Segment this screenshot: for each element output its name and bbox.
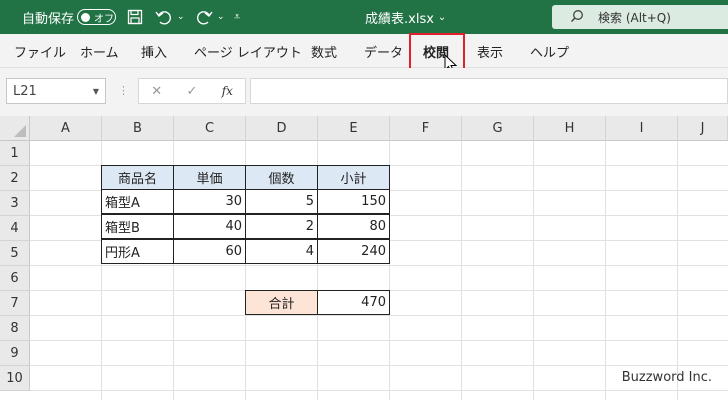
more-options-icon[interactable]: ⋮ bbox=[118, 84, 129, 97]
table-cell[interactable]: 30 bbox=[173, 189, 246, 214]
table-cell[interactable]: 円形A bbox=[101, 239, 174, 264]
watermark: Buzzword Inc. bbox=[621, 370, 712, 385]
redo-dropdown-icon[interactable]: ⌄ bbox=[217, 0, 225, 34]
enter-icon[interactable]: ✓ bbox=[174, 84, 209, 99]
gridline bbox=[30, 265, 728, 266]
row-header[interactable]: 8 bbox=[0, 316, 30, 341]
gridline bbox=[677, 141, 678, 400]
file-name: 成績表.xlsx bbox=[365, 11, 434, 27]
undo-dropdown-icon[interactable]: ⌄ bbox=[177, 0, 185, 34]
gridline bbox=[30, 365, 728, 366]
gridline bbox=[30, 315, 728, 316]
column-header[interactable]: H bbox=[534, 116, 606, 141]
insert-function-icon[interactable]: fx bbox=[210, 84, 245, 98]
ribbon-tabs: ファイル ホーム 挿入 ページ レイアウト 数式 データ 校閲 表示 ヘルプ bbox=[0, 34, 728, 68]
gridline bbox=[605, 141, 606, 400]
toggle-knob bbox=[81, 12, 90, 22]
redo-icon[interactable] bbox=[195, 0, 213, 34]
formula-buttons: ✕ ✓ fx bbox=[138, 78, 246, 104]
autosave-label: 自動保存 bbox=[22, 11, 75, 27]
worksheet-grid[interactable]: A B C D E F G H I J 1 2 3 4 5 6 7 8 9 10… bbox=[0, 116, 728, 400]
name-box-value: L21 bbox=[13, 83, 37, 99]
autosave-toggle[interactable]: オフ bbox=[77, 9, 116, 25]
customize-toolbar-icon[interactable]: ⩡ bbox=[234, 0, 240, 34]
table-cell[interactable]: 箱型B bbox=[101, 214, 174, 239]
row-header[interactable]: 2 bbox=[0, 166, 30, 191]
cancel-icon[interactable]: ✕ bbox=[139, 84, 174, 99]
column-header[interactable]: E bbox=[318, 116, 390, 141]
tab-view[interactable]: 表示 bbox=[477, 34, 503, 68]
column-header[interactable]: D bbox=[246, 116, 318, 141]
column-header[interactable]: C bbox=[174, 116, 246, 141]
table-cell[interactable]: 240 bbox=[317, 239, 390, 264]
tab-insert[interactable]: 挿入 bbox=[141, 34, 167, 68]
table-cell[interactable]: 150 bbox=[317, 189, 390, 214]
column-header[interactable]: J bbox=[678, 116, 728, 141]
table-header-cell[interactable]: 商品名 bbox=[101, 165, 174, 190]
table-cell[interactable]: 4 bbox=[245, 239, 318, 264]
chevron-down-icon[interactable]: ▼ bbox=[93, 87, 99, 96]
name-box[interactable]: L21 ▼ bbox=[6, 78, 106, 104]
column-header[interactable]: G bbox=[462, 116, 534, 141]
file-title[interactable]: 成績表.xlsx ⌄ bbox=[365, 0, 446, 34]
total-value-cell[interactable]: 470 bbox=[317, 290, 390, 315]
gridline bbox=[461, 141, 462, 400]
table-cell[interactable]: 箱型A bbox=[101, 189, 174, 214]
formula-input[interactable] bbox=[250, 78, 728, 104]
select-all-button[interactable] bbox=[0, 116, 30, 141]
row-header[interactable]: 6 bbox=[0, 266, 30, 291]
gridline bbox=[30, 390, 728, 391]
tab-page-layout[interactable]: ページ レイアウト bbox=[194, 34, 302, 68]
row-header[interactable]: 3 bbox=[0, 191, 30, 216]
column-header[interactable]: A bbox=[30, 116, 102, 141]
column-header[interactable]: F bbox=[390, 116, 462, 141]
column-header[interactable]: I bbox=[606, 116, 678, 141]
tab-data[interactable]: データ bbox=[364, 34, 403, 68]
row-header[interactable]: 1 bbox=[0, 141, 30, 166]
row-header[interactable]: 9 bbox=[0, 341, 30, 366]
search-label: 検索 (Alt+Q) bbox=[598, 10, 671, 25]
tab-help[interactable]: ヘルプ bbox=[530, 34, 569, 68]
row-header[interactable]: 7 bbox=[0, 291, 30, 316]
undo-icon[interactable] bbox=[155, 0, 173, 34]
tab-home[interactable]: ホーム bbox=[80, 34, 119, 68]
row-header[interactable]: 5 bbox=[0, 241, 30, 266]
gridline bbox=[30, 340, 728, 341]
table-header-cell[interactable]: 個数 bbox=[245, 165, 318, 190]
chevron-down-icon: ⌄ bbox=[437, 11, 447, 23]
gridline bbox=[533, 141, 534, 400]
autosave-state: オフ bbox=[94, 13, 114, 25]
row-header[interactable]: 10 bbox=[0, 366, 30, 391]
title-bar: 自動保存 オフ ⌄ ⌄ ⩡ 成績表.xlsx ⌄ 検索 (Alt+Q) bbox=[0, 0, 728, 34]
total-label-cell[interactable]: 合計 bbox=[245, 290, 318, 315]
save-icon[interactable] bbox=[127, 0, 143, 34]
table-cell[interactable]: 5 bbox=[245, 189, 318, 214]
search-box[interactable]: 検索 (Alt+Q) bbox=[552, 5, 728, 29]
tab-file[interactable]: ファイル bbox=[14, 34, 66, 68]
search-icon bbox=[570, 9, 584, 26]
table-cell[interactable]: 40 bbox=[173, 214, 246, 239]
formula-bar: L21 ▼ ⋮ ✕ ✓ fx bbox=[0, 68, 728, 116]
column-header[interactable]: B bbox=[102, 116, 174, 141]
table-cell[interactable]: 80 bbox=[317, 214, 390, 239]
table-header-cell[interactable]: 単価 bbox=[173, 165, 246, 190]
row-header[interactable]: 4 bbox=[0, 216, 30, 241]
table-header-cell[interactable]: 小計 bbox=[317, 165, 390, 190]
table-cell[interactable]: 60 bbox=[173, 239, 246, 264]
table-cell[interactable]: 2 bbox=[245, 214, 318, 239]
tab-formulas[interactable]: 数式 bbox=[311, 34, 337, 68]
